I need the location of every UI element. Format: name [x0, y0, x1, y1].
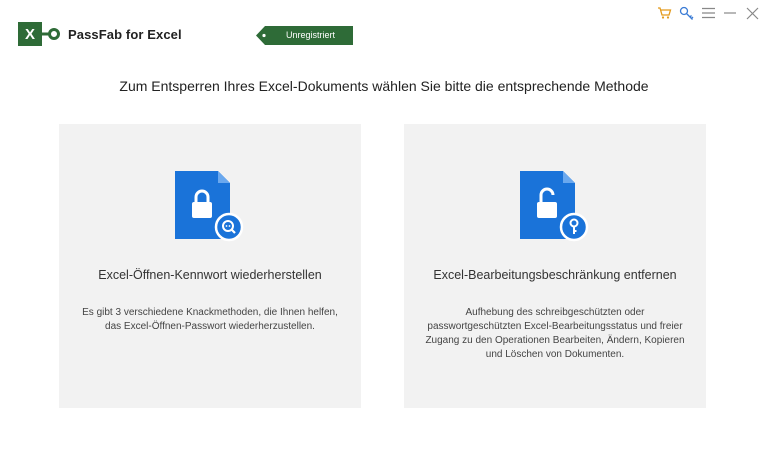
menu-icon	[701, 7, 715, 19]
locked-document-search-icon	[175, 171, 244, 242]
minimize-button[interactable]	[722, 5, 738, 21]
title-bar: X PassFab for Excel Unregistriert	[0, 0, 768, 64]
card-description: Es gibt 3 verschiedene Knackmethoden, di…	[82, 307, 338, 332]
cart-icon	[657, 7, 671, 19]
close-icon	[746, 7, 758, 19]
registration-badge[interactable]: Unregistriert	[256, 26, 353, 45]
app-name: PassFab for Excel	[68, 27, 182, 42]
close-button[interactable]	[744, 5, 760, 21]
logo-letter: X	[24, 25, 35, 43]
recover-open-password-card[interactable]: Excel-Öffnen-Kennwort wiederherstellen E…	[59, 124, 361, 408]
menu-button[interactable]	[700, 5, 716, 21]
minimize-icon	[724, 12, 736, 14]
logo-key-icon	[41, 28, 60, 40]
card-title: Excel-Öffnen-Kennwort wiederherstellen	[98, 268, 322, 282]
window-controls	[656, 4, 760, 22]
app-logo: X	[18, 22, 42, 46]
card-title: Excel-Bearbeitungsbeschränkung entfernen	[433, 268, 677, 282]
key-icon	[679, 6, 693, 20]
remove-edit-restriction-card[interactable]: Excel-Bearbeitungsbeschränkung entfernen…	[404, 124, 706, 408]
unlocked-document-key-icon	[520, 171, 589, 242]
register-button[interactable]	[678, 5, 694, 21]
badge-label: Unregistriert	[285, 30, 335, 40]
card-description: Aufhebung des schreibgeschützten oder pa…	[425, 307, 685, 360]
page-headline: Zum Entsperren Ihres Excel-Dokuments wäh…	[119, 78, 649, 94]
cart-button[interactable]	[656, 5, 672, 21]
